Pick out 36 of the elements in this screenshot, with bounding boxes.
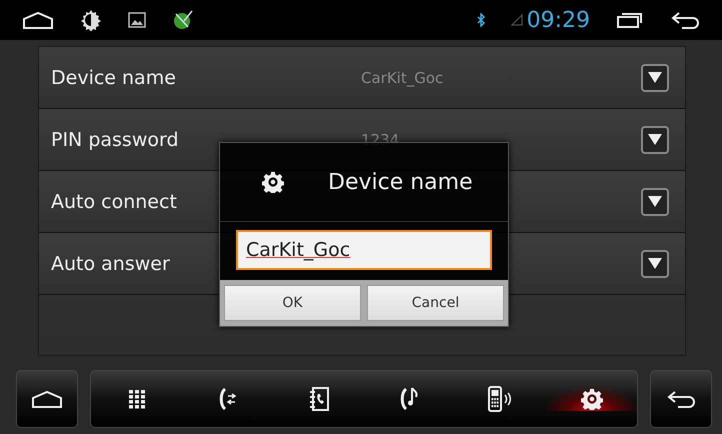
home-button[interactable] — [16, 370, 78, 428]
settings-icon — [580, 388, 602, 410]
home-icon — [31, 390, 63, 408]
phone-arrows-icon — [218, 387, 236, 411]
triangle-down-icon — [648, 258, 662, 269]
back-icon — [670, 11, 700, 29]
setting-label: Device name — [51, 66, 177, 88]
clock-time: 09:29 — [526, 8, 590, 32]
text-field[interactable]: CarKit_Goc — [236, 230, 492, 270]
home-icon — [22, 11, 54, 29]
signal-icon — [510, 14, 523, 26]
triangle-down-icon — [648, 196, 662, 207]
setting-value: CarKit_Goc — [361, 68, 444, 86]
back-button[interactable] — [650, 370, 712, 428]
triangle-down-icon — [648, 72, 662, 83]
address-book-icon — [308, 386, 330, 412]
picture-icon — [128, 12, 146, 28]
triangle-down-icon — [648, 134, 662, 145]
phone-note-icon — [400, 386, 420, 412]
dropdown-button[interactable] — [641, 188, 669, 216]
dropdown-button[interactable] — [641, 126, 669, 154]
brightness-icon — [80, 9, 102, 31]
bluetooth-icon — [476, 13, 485, 27]
setting-label: Auto answer — [51, 252, 171, 274]
globe-icon — [172, 9, 194, 31]
dropdown-button[interactable] — [641, 250, 669, 278]
cancel-button[interactable]: Cancel — [367, 285, 504, 321]
setting-label: Auto connect — [51, 190, 178, 212]
ok-button[interactable]: OK — [224, 285, 361, 321]
setting-label: PIN password — [51, 128, 180, 150]
back-icon — [666, 390, 696, 408]
recent-apps-icon — [616, 11, 644, 29]
dialog-title: Device name — [328, 170, 473, 194]
dropdown-button[interactable] — [641, 64, 669, 92]
gear-icon — [262, 171, 284, 193]
dialpad-icon — [128, 389, 146, 409]
